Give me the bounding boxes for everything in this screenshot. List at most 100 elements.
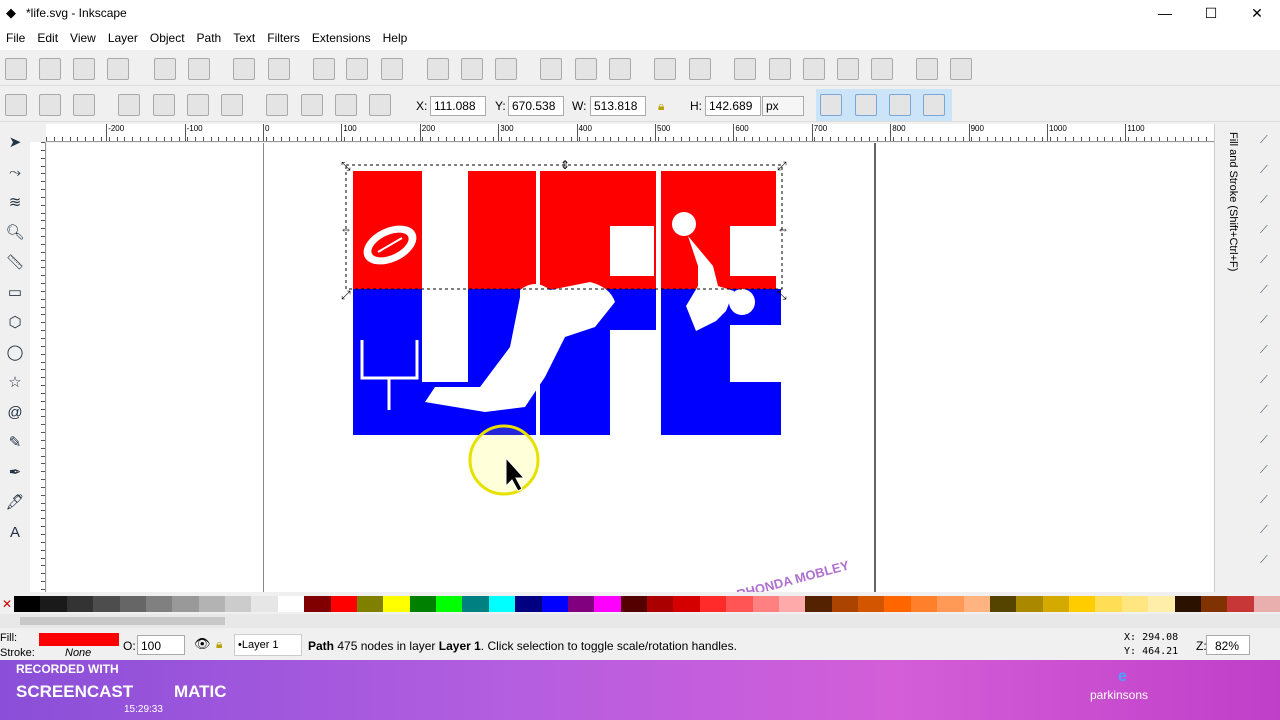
toolbar-button-icon[interactable] [5, 58, 27, 80]
toolbar-button-icon[interactable] [769, 58, 791, 80]
toolbar-button-icon[interactable] [871, 58, 893, 80]
toolbar-button-icon[interactable] [233, 58, 255, 80]
toolbar-button-icon[interactable] [837, 58, 859, 80]
toolbar-button-icon[interactable] [107, 58, 129, 80]
snap-toggle-icon[interactable]: ⟋ [1260, 344, 1276, 360]
snap-toggle-icon[interactable]: ⟋ [1260, 554, 1276, 570]
horizontal-scrollbar[interactable] [0, 614, 1280, 628]
zoom-input[interactable]: 82% [1206, 635, 1250, 655]
selector-tool-icon[interactable]: ➤ [4, 132, 26, 154]
palette-swatch[interactable] [383, 596, 410, 612]
close-button[interactable]: ✕ [1234, 0, 1280, 26]
snap-toggle-icon[interactable]: ⟋ [1260, 374, 1276, 390]
palette-swatch[interactable] [567, 596, 595, 612]
palette-swatch[interactable] [119, 596, 146, 612]
toolbar-button-icon[interactable] [461, 58, 483, 80]
internet-explorer-icon[interactable]: e [1118, 668, 1127, 686]
palette-swatch[interactable] [541, 596, 568, 612]
palette-swatch[interactable] [93, 596, 120, 612]
palette-swatch[interactable] [1016, 596, 1043, 612]
palette-swatch[interactable] [963, 596, 990, 612]
toolbar-button-icon[interactable] [916, 58, 938, 80]
palette-swatch[interactable] [462, 596, 489, 612]
toolbar-button-icon[interactable] [540, 58, 562, 80]
palette-swatch[interactable] [40, 596, 67, 612]
desktop-icon-label[interactable]: parkinsons [1090, 688, 1148, 702]
toolbar-button-icon[interactable] [609, 58, 631, 80]
minimize-button[interactable]: — [1142, 0, 1188, 26]
toolbar-button-icon[interactable] [187, 94, 209, 116]
toolbar-button-icon[interactable] [266, 94, 288, 116]
palette-swatch[interactable] [673, 596, 700, 612]
eye-visibility-icon[interactable]: 👁︎ [194, 636, 211, 652]
palette-swatch[interactable] [752, 596, 779, 612]
menu-extensions[interactable]: Extensions [306, 26, 377, 50]
toolbar-button-icon[interactable] [188, 58, 210, 80]
toolbar-button-icon[interactable] [73, 94, 95, 116]
palette-swatch[interactable] [304, 596, 331, 612]
palette-swatch[interactable] [937, 596, 964, 612]
palette-swatch[interactable] [251, 596, 278, 612]
snap-toggle-icon[interactable]: ⟋ [1260, 494, 1276, 510]
toolbar-button-icon[interactable] [313, 58, 335, 80]
palette-swatch[interactable] [14, 596, 41, 612]
toolbar-button-icon[interactable] [301, 94, 323, 116]
toolbar-button-icon[interactable] [803, 58, 825, 80]
measure-tool-icon[interactable]: 📏︎ [4, 252, 26, 274]
text-tool-icon[interactable]: A [4, 522, 26, 544]
toolbar-button-icon[interactable] [923, 94, 945, 116]
box-3d-tool-icon[interactable]: ⬡ [4, 312, 26, 334]
palette-swatch[interactable] [1069, 596, 1096, 612]
palette-swatch[interactable] [1227, 596, 1254, 612]
palette-swatch[interactable] [436, 596, 463, 612]
rectangle-tool-icon[interactable]: ▭ [4, 282, 26, 304]
fill-swatch[interactable] [39, 633, 119, 646]
toolbar-button-icon[interactable] [575, 58, 597, 80]
node-tool-icon[interactable]: ⤳ [4, 162, 26, 184]
no-paint-swatch[interactable]: ✕ [0, 596, 14, 612]
menu-file[interactable]: File [0, 26, 31, 50]
toolbar-button-icon[interactable] [268, 58, 290, 80]
palette-swatch[interactable] [778, 596, 806, 612]
palette-swatch[interactable] [858, 596, 885, 612]
w-input[interactable]: 513.818 [590, 96, 646, 116]
palette-swatch[interactable] [1121, 596, 1149, 612]
artwork[interactable]: ⤡ ⤢ ⇕ ⇔ ⇔ ⤢ ⤡ RHONDA MOBLEY [47, 143, 1214, 592]
palette-swatch[interactable] [831, 596, 858, 612]
y-input[interactable]: 670.538 [508, 96, 564, 116]
palette-swatch[interactable] [910, 596, 938, 612]
snap-toggle-icon[interactable]: ⟋ [1260, 134, 1276, 150]
toolbar-button-icon[interactable] [5, 94, 27, 116]
menu-object[interactable]: Object [144, 26, 191, 50]
toolbar-button-icon[interactable] [335, 94, 357, 116]
lock-icon[interactable]: 🔒︎ [658, 99, 664, 114]
toolbar-button-icon[interactable] [889, 94, 911, 116]
snap-toggle-icon[interactable]: ⟋ [1260, 164, 1276, 180]
calligraphy-tool-icon[interactable]: 🖋︎ [4, 492, 26, 514]
snap-toggle-icon[interactable]: ⟋ [1260, 314, 1276, 330]
snap-toggle-icon[interactable]: ⟋ [1260, 434, 1276, 450]
toolbar-button-icon[interactable] [118, 94, 140, 116]
toolbar-button-icon[interactable] [689, 58, 711, 80]
zoom-tool-icon[interactable]: 🔍︎ [4, 222, 26, 244]
layer-select[interactable]: •Layer 1 [234, 634, 302, 656]
palette-swatch[interactable] [356, 596, 384, 612]
stroke-value[interactable]: None [65, 647, 91, 659]
menu-text[interactable]: Text [227, 26, 261, 50]
toolbar-button-icon[interactable] [820, 94, 842, 116]
maximize-button[interactable]: ☐ [1188, 0, 1234, 26]
ellipse-tool-icon[interactable]: ◯ [4, 342, 26, 364]
snap-toggle-icon[interactable]: ⟋ [1260, 404, 1276, 420]
menu-help[interactable]: Help [377, 26, 414, 50]
menu-path[interactable]: Path [191, 26, 228, 50]
palette-swatch[interactable] [884, 596, 911, 612]
lock-layer-icon[interactable]: 🔒︎ [216, 637, 222, 652]
palette-swatch[interactable] [726, 596, 753, 612]
menu-layer[interactable]: Layer [102, 26, 144, 50]
toolbar-button-icon[interactable] [950, 58, 972, 80]
toolbar-button-icon[interactable] [654, 58, 676, 80]
palette-swatch[interactable] [647, 596, 674, 612]
palette-swatch[interactable] [277, 596, 305, 612]
vertical-ruler[interactable] [30, 142, 46, 592]
pencil-tool-icon[interactable]: ✎ [4, 432, 26, 454]
